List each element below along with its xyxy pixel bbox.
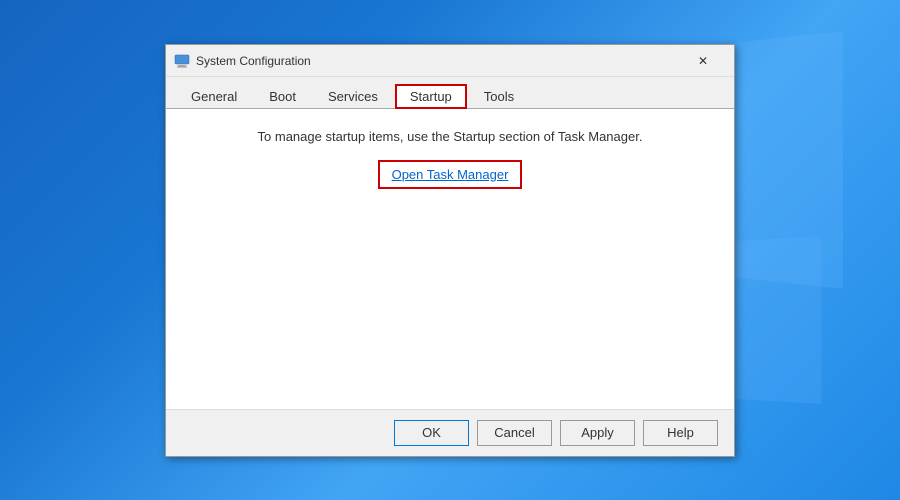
tab-bar: General Boot Services Startup Tools: [166, 77, 734, 109]
open-task-manager-button[interactable]: Open Task Manager: [378, 160, 523, 189]
apply-button[interactable]: Apply: [560, 420, 635, 446]
tab-startup[interactable]: Startup: [395, 84, 467, 109]
title-bar: System Configuration ✕: [166, 45, 734, 77]
help-button[interactable]: Help: [643, 420, 718, 446]
tab-general[interactable]: General: [176, 84, 252, 109]
dialog-overlay: System Configuration ✕ General Boot Serv…: [0, 0, 900, 500]
tab-tools[interactable]: Tools: [469, 84, 529, 109]
close-button[interactable]: ✕: [680, 50, 726, 72]
cancel-button[interactable]: Cancel: [477, 420, 552, 446]
dialog-title: System Configuration: [196, 54, 311, 68]
system-configuration-dialog: System Configuration ✕ General Boot Serv…: [165, 44, 735, 457]
button-bar: OK Cancel Apply Help: [166, 409, 734, 456]
title-controls: ✕: [680, 50, 726, 72]
desktop: System Configuration ✕ General Boot Serv…: [0, 0, 900, 500]
computer-icon: [174, 53, 190, 69]
tab-boot[interactable]: Boot: [254, 84, 311, 109]
tab-services[interactable]: Services: [313, 84, 393, 109]
startup-info-text: To manage startup items, use the Startup…: [186, 129, 714, 144]
ok-button[interactable]: OK: [394, 420, 469, 446]
content-area: To manage startup items, use the Startup…: [166, 109, 734, 409]
title-bar-left: System Configuration: [174, 53, 311, 69]
